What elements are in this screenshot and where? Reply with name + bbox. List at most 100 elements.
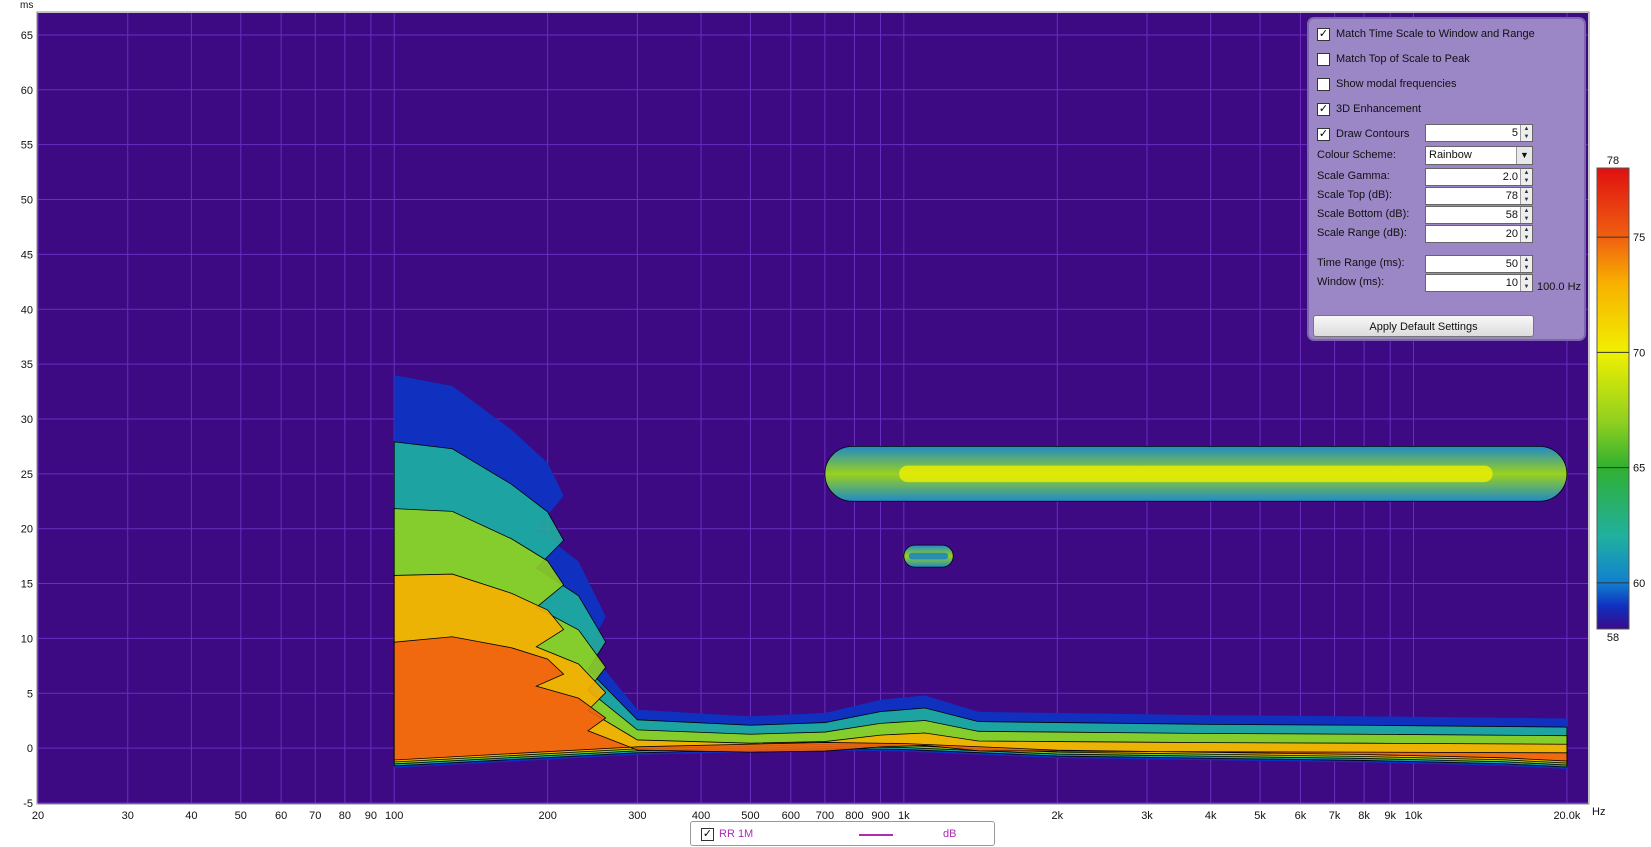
y-axis-unit: ms: [20, 0, 33, 11]
y-tick-label: 5: [27, 688, 33, 700]
x-tick-label: 40: [185, 810, 197, 822]
time-range-value: 50: [1505, 258, 1518, 270]
y-tick-label: 60: [21, 85, 33, 97]
enhancement-3d-option[interactable]: ✓ 3D Enhancement: [1317, 101, 1421, 117]
scale-top-value: 78: [1505, 190, 1518, 202]
enhancement-3d-label: 3D Enhancement: [1336, 103, 1421, 115]
scale-range-input[interactable]: 20 ▲ ▼: [1425, 225, 1533, 243]
x-tick-label: 7k: [1329, 810, 1341, 822]
draw-contours-option[interactable]: ✓ Draw Contours: [1317, 126, 1409, 142]
x-tick-label: 60: [275, 810, 287, 822]
y-tick-label: 55: [21, 140, 33, 152]
x-axis-unit: Hz: [1592, 806, 1605, 818]
enhancement-3d-checkbox[interactable]: ✓: [1317, 102, 1330, 116]
y-tick-label: 45: [21, 249, 33, 261]
draw-contours-checkbox[interactable]: ✓: [1317, 127, 1330, 141]
y-tick-label: 40: [21, 304, 33, 316]
match-time-scale-label: Match Time Scale to Window and Range: [1336, 28, 1535, 40]
match-time-scale-option[interactable]: ✓ Match Time Scale to Window and Range: [1317, 26, 1535, 42]
scale-gamma-value: 2.0: [1502, 171, 1518, 183]
scale-gamma-spinner-icon[interactable]: ▲ ▼: [1520, 169, 1532, 185]
match-time-scale-checkbox[interactable]: ✓: [1317, 27, 1330, 41]
time-range-spinner-icon[interactable]: ▲ ▼: [1520, 256, 1532, 272]
scale-bottom-spinner-icon[interactable]: ▲ ▼: [1520, 207, 1532, 223]
window-input[interactable]: 10 ▲ ▼: [1425, 274, 1533, 292]
y-tick-label: 50: [21, 195, 33, 207]
colorbar: 78 75 70 65 60 58: [1596, 155, 1645, 644]
colorbar-tick-label: 70: [1633, 347, 1645, 359]
y-tick-label: 65: [21, 30, 33, 42]
match-top-label: Match Top of Scale to Peak: [1336, 53, 1470, 65]
match-top-checkbox[interactable]: [1317, 52, 1330, 66]
window-spinner-icon[interactable]: ▲ ▼: [1520, 275, 1532, 291]
x-tick-label: 20.0k: [1553, 810, 1580, 822]
time-range-label: Time Range (ms):: [1317, 257, 1405, 269]
x-tick-label: 200: [538, 810, 556, 822]
colorbar-tick-label: 60: [1633, 578, 1645, 590]
scale-top-label: Scale Top (dB):: [1317, 189, 1393, 201]
legend-series-swatch: [859, 834, 893, 836]
contours-count-input[interactable]: 5 ▲ ▼: [1425, 124, 1533, 142]
scale-bottom-input[interactable]: 58 ▲ ▼: [1425, 206, 1533, 224]
x-tick-label: 5k: [1254, 810, 1266, 822]
scale-range-spinner-icon[interactable]: ▲ ▼: [1520, 226, 1532, 242]
time-range-input[interactable]: 50 ▲ ▼: [1425, 255, 1533, 273]
x-tick-label: 3k: [1141, 810, 1153, 822]
chevron-down-icon[interactable]: ▼: [1516, 147, 1532, 164]
colour-scheme-select[interactable]: Rainbow ▼: [1425, 146, 1533, 165]
draw-contours-label: Draw Contours: [1336, 128, 1410, 140]
y-tick-label: -5: [23, 798, 33, 810]
chart-legend: ✓ RR 1M dB: [690, 821, 995, 846]
legend-series-unit: dB: [943, 828, 957, 840]
scale-top-input[interactable]: 78 ▲ ▼: [1425, 187, 1533, 205]
scale-range-value: 20: [1505, 228, 1518, 240]
island-peak: [899, 465, 1493, 483]
island-peak: [908, 552, 949, 560]
colorbar-tick-label: 75: [1633, 232, 1645, 244]
x-tick-label: 4k: [1205, 810, 1217, 822]
y-axis-ticks: 65605550454035302520151050-5: [21, 30, 33, 810]
scale-bottom-value: 58: [1505, 209, 1518, 221]
scale-top-spinner-icon[interactable]: ▲ ▼: [1520, 188, 1532, 204]
show-modal-checkbox[interactable]: [1317, 77, 1330, 91]
scale-bottom-label: Scale Bottom (dB):: [1317, 208, 1410, 220]
colour-scheme-label: Colour Scheme:: [1317, 149, 1396, 161]
colorbar-tick-label: 65: [1633, 463, 1645, 475]
y-tick-label: 20: [21, 524, 33, 536]
apply-default-settings-button[interactable]: Apply Default Settings: [1313, 315, 1534, 337]
x-tick-label: 30: [122, 810, 134, 822]
scale-gamma-input[interactable]: 2.0 ▲ ▼: [1425, 168, 1533, 186]
colour-scheme-value: Rainbow: [1429, 149, 1472, 161]
x-tick-label: 8k: [1358, 810, 1370, 822]
x-tick-label: 20: [32, 810, 44, 822]
window-label: Window (ms):: [1317, 276, 1385, 288]
contours-spinner-icon[interactable]: ▲ ▼: [1520, 125, 1532, 141]
x-tick-label: 90: [365, 810, 377, 822]
settings-panel: ✓ Match Time Scale to Window and Range M…: [1307, 17, 1586, 341]
y-tick-label: 35: [21, 359, 33, 371]
match-top-option[interactable]: Match Top of Scale to Peak: [1317, 51, 1470, 67]
x-tick-label: 300: [628, 810, 646, 822]
x-tick-label: 6k: [1295, 810, 1307, 822]
window-value: 10: [1505, 277, 1518, 289]
y-tick-label: 15: [21, 579, 33, 591]
x-tick-label: 50: [235, 810, 247, 822]
scale-gamma-label: Scale Gamma:: [1317, 170, 1390, 182]
colorbar-tick-label: 78: [1607, 155, 1619, 167]
x-tick-label: 70: [309, 810, 321, 822]
x-tick-label: 100: [385, 810, 403, 822]
contours-count-value: 5: [1511, 127, 1518, 139]
scale-range-label: Scale Range (dB):: [1317, 227, 1407, 239]
window-frequency-note: 100.0 Hz: [1537, 281, 1582, 293]
y-tick-label: 30: [21, 414, 33, 426]
x-tick-label: 80: [339, 810, 351, 822]
colorbar-tick-label: 58: [1607, 632, 1619, 644]
y-tick-label: 25: [21, 469, 33, 481]
legend-series-name: RR 1M: [719, 828, 754, 840]
x-tick-label: 10k: [1405, 810, 1423, 822]
y-tick-label: 0: [27, 743, 33, 755]
x-tick-label: 2k: [1051, 810, 1063, 822]
show-modal-option[interactable]: Show modal frequencies: [1317, 76, 1456, 92]
legend-series-checkbox[interactable]: ✓: [701, 828, 714, 841]
x-tick-label: 9k: [1384, 810, 1396, 822]
